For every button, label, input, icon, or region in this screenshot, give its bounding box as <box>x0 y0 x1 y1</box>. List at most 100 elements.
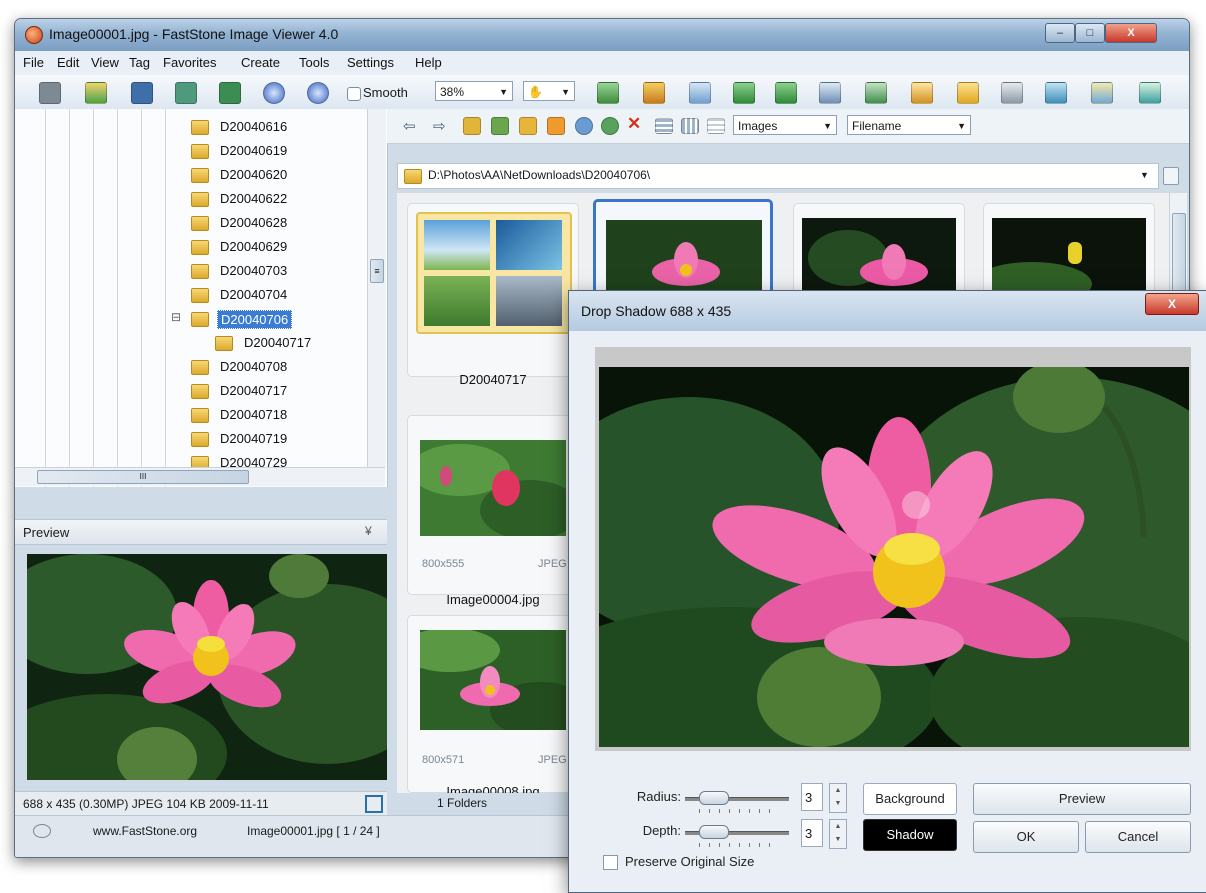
copy-icon[interactable] <box>597 82 619 104</box>
rotate-left-icon[interactable] <box>733 82 755 104</box>
fullscreen-icon[interactable] <box>1139 82 1161 104</box>
spin-up-icon[interactable]: ▲ <box>830 784 846 797</box>
menu-settings[interactable]: Settings <box>347 55 394 70</box>
camera-icon[interactable] <box>39 82 61 104</box>
thumbnail-format: JPEG <box>538 558 567 570</box>
collapse-icon[interactable]: ⊟ <box>171 310 181 324</box>
preview-button[interactable]: Preview <box>973 783 1191 815</box>
menu-help[interactable]: Help <box>415 55 442 70</box>
slideshow-icon[interactable] <box>911 82 933 104</box>
depth-spinner[interactable]: ▲ ▼ <box>829 819 847 849</box>
menu-tools[interactable]: Tools <box>299 55 329 70</box>
columns-view-icon[interactable] <box>681 118 699 134</box>
folder-icon <box>215 336 233 351</box>
untag-icon[interactable] <box>601 117 619 135</box>
back-icon[interactable]: ⇦ <box>403 117 416 135</box>
menu-edit[interactable]: Edit <box>57 55 79 70</box>
scrollbar-thumb[interactable]: III <box>37 470 249 484</box>
hand-tool-select[interactable]: ✋ ▼ <box>523 81 575 101</box>
forward-icon[interactable]: ⇨ <box>433 117 446 135</box>
move-to-folder-icon[interactable] <box>547 117 565 135</box>
thumbnail-caption: D20040717 <box>459 372 527 387</box>
thumbnail-card[interactable]: 800x555 JPEG Image00004.jpg <box>407 415 579 607</box>
collapse-icon[interactable]: ¥ <box>365 524 372 538</box>
tree-guide <box>165 109 166 487</box>
thumbnail-card[interactable]: 800x571 JPEG Image00008.jpg <box>407 615 579 793</box>
details-view-icon[interactable] <box>655 118 673 134</box>
thumbnail-image <box>420 630 566 730</box>
tree-vertical-scrollbar[interactable]: ≡ <box>367 109 386 467</box>
shadow-color-button[interactable]: Shadow <box>863 819 957 851</box>
filter-select[interactable]: Images ▼ <box>733 115 837 135</box>
chevron-down-icon[interactable]: ▼ <box>1140 170 1149 180</box>
preview-header: Preview ¥ <box>15 519 387 545</box>
email-icon[interactable] <box>1045 82 1067 104</box>
menu-create[interactable]: Create <box>241 55 280 70</box>
tree-horizontal-scrollbar[interactable]: III <box>15 467 385 486</box>
folder-icon <box>404 169 422 184</box>
sort-select[interactable]: Filename ▼ <box>847 115 971 135</box>
crop-icon[interactable] <box>643 82 665 104</box>
spin-down-icon[interactable]: ▼ <box>830 797 846 810</box>
levels-icon[interactable] <box>865 82 887 104</box>
radius-input[interactable]: 3 <box>801 783 823 811</box>
path-bar[interactable]: D:\Photos\AA\NetDownloads\D20040706\ ▼ <box>397 163 1159 189</box>
depth-slider-thumb[interactable] <box>699 825 729 839</box>
print-icon[interactable] <box>1001 82 1023 104</box>
list-view-icon[interactable] <box>707 118 725 134</box>
recycle-bin-icon[interactable] <box>1163 167 1179 185</box>
dialog-close-button[interactable]: X <box>1145 293 1199 315</box>
menu-view[interactable]: View <box>91 55 119 70</box>
tree-item-label: D20040619 <box>220 143 288 158</box>
refresh-folder-icon[interactable] <box>491 117 509 135</box>
radius-spinner[interactable]: ▲ ▼ <box>829 783 847 813</box>
export-icon[interactable] <box>219 82 241 104</box>
radius-slider-thumb[interactable] <box>699 791 729 805</box>
faststone-logo-icon <box>33 824 51 838</box>
rotate-right-icon[interactable] <box>775 82 797 104</box>
minimize-button[interactable]: – <box>1045 23 1075 43</box>
depth-input[interactable]: 3 <box>801 819 823 847</box>
tag-icon[interactable] <box>575 117 593 135</box>
background-color-button[interactable]: Background <box>863 783 957 815</box>
folder-icon <box>191 216 209 231</box>
resize-icon[interactable] <box>689 82 711 104</box>
thumbnail-image <box>802 218 956 292</box>
spin-up-icon[interactable]: ▲ <box>830 820 846 833</box>
save-as-icon[interactable] <box>175 82 197 104</box>
batch-icon[interactable] <box>957 82 979 104</box>
spin-down-icon[interactable]: ▼ <box>830 833 846 846</box>
smooth-checkbox[interactable] <box>347 87 361 101</box>
folder-thumbnail <box>416 212 572 334</box>
compare-icon[interactable] <box>819 82 841 104</box>
zoom-in-icon[interactable] <box>263 82 285 104</box>
dialog-title: Drop Shadow 688 x 435 <box>581 303 732 319</box>
thumbnail-card[interactable]: D20040717 <box>407 203 579 387</box>
open-folder-icon[interactable] <box>85 82 107 104</box>
preserve-size-checkbox[interactable] <box>603 855 618 870</box>
close-button[interactable]: X <box>1105 23 1157 43</box>
scrollbar-thumb[interactable]: ≡ <box>370 259 384 283</box>
ok-button[interactable]: OK <box>973 821 1079 853</box>
website-link[interactable]: www.FastStone.org <box>93 824 197 838</box>
app-icon <box>25 26 43 44</box>
dialog-preview-image <box>599 367 1189 747</box>
cancel-button[interactable]: Cancel <box>1085 821 1191 853</box>
copy-to-folder-icon[interactable] <box>519 117 537 135</box>
window-title: Image00001.jpg - FastStone Image Viewer … <box>49 26 339 42</box>
menu-favorites[interactable]: Favorites <box>163 55 216 70</box>
menu-file[interactable]: File <box>23 55 44 70</box>
up-folder-icon[interactable] <box>463 117 481 135</box>
menu-tag[interactable]: Tag <box>129 55 150 70</box>
folder-icon <box>191 240 209 255</box>
zoom-select[interactable]: 38% ▼ <box>435 81 513 101</box>
settings-icon[interactable] <box>1091 82 1113 104</box>
maximize-button[interactable]: □ <box>1075 23 1105 43</box>
zoom-out-icon[interactable] <box>307 82 329 104</box>
delete-icon[interactable]: ✕ <box>627 114 641 134</box>
fit-icon[interactable] <box>365 795 383 813</box>
save-icon[interactable] <box>131 82 153 104</box>
menu-bar: File Edit View Tag Favorites Create Tool… <box>15 51 1189 76</box>
radius-label: Radius: <box>636 789 681 804</box>
scrollbar-thumb[interactable] <box>1172 213 1186 295</box>
